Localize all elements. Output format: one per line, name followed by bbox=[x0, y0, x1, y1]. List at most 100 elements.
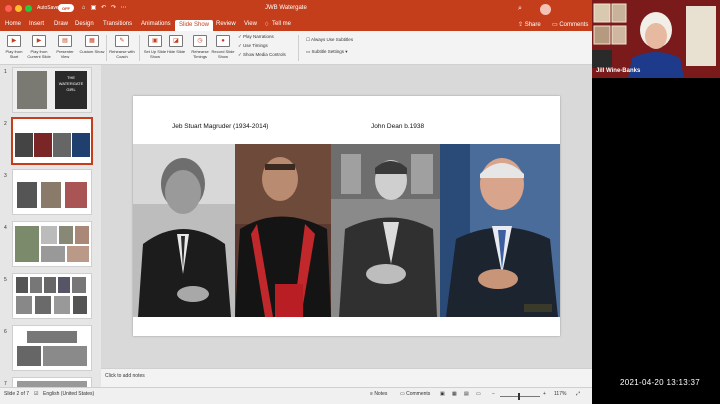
thumb-photo bbox=[34, 133, 52, 157]
presenter-view-label: Presenter View bbox=[56, 49, 74, 59]
play-from-current-label: Play from Current Slide bbox=[27, 49, 51, 59]
language-indicator[interactable]: English (United States) bbox=[43, 391, 94, 397]
portrait-illustration bbox=[133, 144, 235, 317]
title-bar: AutoSave OFF ⌂ ▣ ↶ ↷ ⋯ JWB Watergate ⌕ bbox=[0, 0, 592, 19]
custom-show-button[interactable]: ▦ Custom Show bbox=[79, 35, 105, 54]
ribbon-separator bbox=[139, 35, 140, 61]
thumb-photo bbox=[16, 277, 28, 293]
zoom-slider-thumb[interactable] bbox=[518, 393, 520, 400]
portrait-illustration bbox=[440, 144, 560, 317]
thumb-photo bbox=[43, 346, 87, 366]
thumb-photo bbox=[27, 331, 77, 343]
slide-caption-dean[interactable]: John Dean b.1938 bbox=[371, 123, 424, 130]
thumb-photo bbox=[75, 226, 89, 244]
thumb-photo bbox=[44, 277, 56, 293]
record-slide-show-button[interactable]: ● Record Slide Show bbox=[210, 35, 236, 59]
more-icon[interactable]: ⋯ bbox=[120, 5, 127, 12]
user-avatar[interactable] bbox=[540, 4, 551, 15]
fit-to-window-icon[interactable]: ⤢ bbox=[576, 391, 580, 397]
undo-icon[interactable]: ↶ bbox=[100, 5, 107, 12]
always-use-subtitles-checkbox[interactable]: ☐ Always Use Subtitles bbox=[306, 37, 353, 43]
presenter-view-button[interactable]: ▤ Presenter View bbox=[52, 35, 78, 59]
thumbnail-slide-3[interactable] bbox=[12, 169, 92, 215]
play-icon: ▶ bbox=[7, 35, 21, 47]
use-timings-label: Use Timings bbox=[243, 43, 268, 48]
tell-me-field[interactable]: Tell me bbox=[272, 21, 291, 27]
thumbnail-slide-2[interactable] bbox=[11, 117, 93, 165]
use-timings-checkbox[interactable]: ✓ Use Timings bbox=[238, 43, 268, 49]
thumbnail-slide-1[interactable]: THE WATERGATE GIRL bbox=[12, 67, 92, 113]
thumbnail-number: 6 bbox=[4, 329, 7, 335]
timer-icon: ◷ bbox=[193, 35, 207, 47]
tab-animations[interactable]: Animations bbox=[141, 21, 171, 27]
save-icon[interactable]: ▣ bbox=[90, 5, 97, 12]
tab-home[interactable]: Home bbox=[5, 21, 21, 27]
participant-name: Jill Wine-Banks bbox=[596, 68, 641, 74]
slide-sorter-icon[interactable]: ▦ bbox=[452, 391, 457, 397]
thumb-photo bbox=[72, 133, 90, 157]
tab-draw[interactable]: Draw bbox=[54, 21, 68, 27]
autosave-state: OFF bbox=[62, 6, 70, 11]
custom-show-label: Custom Show bbox=[79, 49, 105, 54]
notes-toggle-label: Notes bbox=[374, 391, 388, 397]
thumb-photo bbox=[16, 296, 32, 314]
thumb-photo bbox=[17, 346, 41, 366]
play-from-current-button[interactable]: ▶ Play from Current Slide bbox=[26, 35, 52, 59]
autosave-toggle[interactable]: OFF bbox=[58, 4, 74, 12]
close-window-button[interactable] bbox=[5, 5, 12, 12]
thumbnail-slide-6[interactable] bbox=[12, 325, 92, 371]
subtitle-settings-dropdown[interactable]: ▭ Subtitle Settings ▾ bbox=[306, 49, 348, 55]
photo-magruder-robe[interactable] bbox=[235, 144, 331, 317]
presenter-icon: ▤ bbox=[58, 35, 72, 47]
tab-design[interactable]: Design bbox=[75, 21, 94, 27]
zoom-slider-track[interactable] bbox=[500, 396, 540, 397]
redo-icon[interactable]: ↷ bbox=[110, 5, 117, 12]
photo-dean-older[interactable] bbox=[440, 144, 560, 317]
slide-caption-magruder[interactable]: Jeb Stuart Magruder (1934-2014) bbox=[172, 123, 268, 130]
notes-placeholder[interactable]: Click to add notes bbox=[105, 373, 145, 379]
photo-magruder-young[interactable] bbox=[133, 144, 235, 317]
play-current-icon: ▶ bbox=[32, 35, 46, 47]
video-illustration bbox=[592, 0, 720, 78]
normal-view-icon[interactable]: ▣ bbox=[440, 391, 445, 397]
tab-insert[interactable]: Insert bbox=[29, 21, 44, 27]
notes-toggle-button[interactable]: ≡ Notes bbox=[370, 391, 387, 397]
zoom-out-icon[interactable]: − bbox=[492, 391, 495, 397]
thumb-photo bbox=[35, 296, 51, 314]
show-media-controls-checkbox[interactable]: ✓ Show Media Controls bbox=[238, 52, 286, 58]
home-icon[interactable]: ⌂ bbox=[80, 5, 87, 12]
thumbnail-slide-7[interactable] bbox=[12, 377, 92, 387]
webcam-video-feed bbox=[592, 0, 720, 78]
current-slide[interactable]: Jeb Stuart Magruder (1934-2014) John Dea… bbox=[133, 96, 560, 336]
tab-view[interactable]: View bbox=[244, 21, 257, 27]
thumbnail-slide-4[interactable] bbox=[12, 221, 92, 267]
comments-button[interactable]: ▭ Comments bbox=[552, 21, 588, 28]
reading-view-icon[interactable]: ▤ bbox=[464, 391, 469, 397]
maximize-window-button[interactable] bbox=[25, 5, 32, 12]
play-narrations-label: Play Narrations bbox=[243, 34, 274, 39]
notes-pane[interactable]: Click to add notes bbox=[101, 368, 592, 388]
slide-show-view-icon[interactable]: ▭ bbox=[476, 391, 481, 397]
tab-transitions[interactable]: Transitions bbox=[103, 21, 132, 27]
hide-slide-button[interactable]: ◪ Hide Slide bbox=[163, 35, 189, 54]
accessibility-icon[interactable]: ☑ bbox=[34, 391, 38, 397]
tab-slide-show[interactable]: Slide Show bbox=[175, 20, 214, 31]
photo-dean-young[interactable] bbox=[331, 144, 440, 317]
zoom-level[interactable]: 117% bbox=[554, 391, 566, 397]
tab-review[interactable]: Review bbox=[216, 21, 236, 27]
portrait-illustration bbox=[331, 144, 440, 317]
play-narrations-checkbox[interactable]: ✓ Play Narrations bbox=[238, 34, 274, 40]
search-icon[interactable]: ⌕ bbox=[518, 5, 522, 13]
rehearse-with-coach-button[interactable]: ✎ Rehearse with Coach bbox=[109, 35, 135, 59]
zoom-in-icon[interactable]: + bbox=[543, 391, 546, 397]
comments-toggle-button[interactable]: ▭ Comments bbox=[400, 391, 430, 397]
minimize-window-button[interactable] bbox=[15, 5, 22, 12]
ribbon-separator bbox=[106, 35, 107, 61]
share-button[interactable]: ⇪ Share bbox=[518, 21, 541, 28]
tell-me-icon[interactable]: ♢ bbox=[264, 21, 269, 28]
thumbnail-slide-5[interactable] bbox=[12, 273, 92, 319]
thumbnail-number: 2 bbox=[4, 121, 7, 127]
subtitle-settings-label: Subtitle Settings bbox=[311, 49, 345, 54]
play-from-start-button[interactable]: ▶ Play from Start bbox=[1, 35, 27, 59]
thumb-photo bbox=[15, 133, 33, 157]
